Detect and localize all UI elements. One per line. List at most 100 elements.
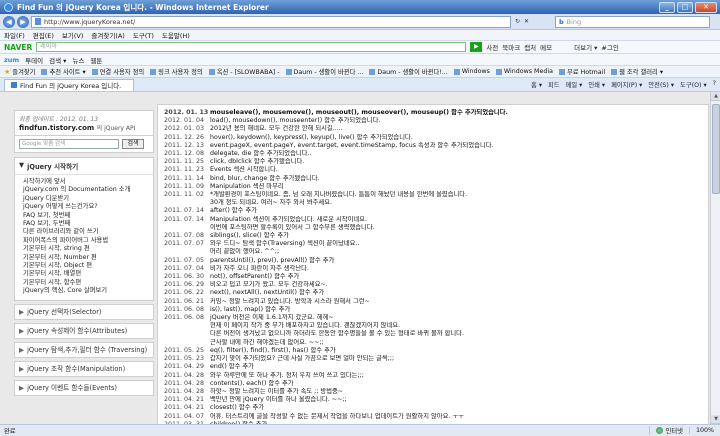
site-header: 최종 업데이트 : 2012. 01. 13 findfun.tistory.c… — [14, 110, 154, 136]
refresh-icon[interactable]: ↻ — [515, 18, 520, 25]
section-events[interactable]: ▶ jQuery 이벤트 함수들(Events) — [14, 379, 154, 396]
google-search-button[interactable]: 검색 — [122, 139, 144, 149]
zum-search[interactable]: 검색 ▾ — [49, 55, 66, 65]
safety-menu[interactable]: 안전(S) ▾ — [648, 80, 674, 89]
scroll-up-icon[interactable]: ▲ — [711, 92, 720, 101]
log-entry: 2011. 06. 08 jQuery 버전은 이제 1.6.1까지 갔군요. 헤… — [164, 314, 702, 322]
menu-favorites[interactable]: 즐겨찾기(A) — [91, 30, 124, 40]
log-date — [164, 339, 206, 347]
help-button[interactable]: ? — [713, 80, 716, 89]
sidebar-link[interactable]: jQuery 다운받기 — [23, 195, 149, 203]
log-entry: 2011. 07. 04 비가 자주 오니 파란이 자주 생각난다. — [164, 265, 702, 273]
url-text: http://www.jqueryKorea.net/ — [44, 17, 136, 26]
page-menu[interactable]: 페이지(P) ▾ — [611, 80, 642, 89]
favorite-link[interactable]: 옥션 - [SLOWBABA] - — [208, 67, 280, 76]
last-update: 최종 업데이트 : 2012. 01. 13 — [19, 116, 99, 123]
section-title[interactable]: ▼ jQuery 시작하기 — [15, 158, 153, 175]
naver-dictionary[interactable]: 사전 — [486, 42, 498, 52]
zum-today[interactable]: 투데이 — [25, 55, 43, 65]
home-button[interactable]: 홈 ▾ — [531, 80, 542, 89]
log-text: bind, blur, change 함수 추가됐습니다. — [210, 174, 320, 182]
favorite-link[interactable]: 연결 사용자 정의 — [91, 67, 144, 76]
naver-bookmark[interactable]: 북마크 — [502, 42, 520, 52]
url-input[interactable]: http://www.jqueryKorea.net/ — [31, 15, 511, 28]
site-title[interactable]: findfun.tistory.com 의 jQuery API — [19, 123, 149, 132]
naver-search-button[interactable]: ▶ — [470, 42, 483, 52]
page-icon — [35, 18, 41, 25]
google-search: Google 맞춤 검색 검색 — [14, 136, 154, 153]
sidebar: 최종 업데이트 : 2012. 01. 13 findfun.tistory.c… — [14, 110, 154, 396]
sidebar-link[interactable]: 기본부터 시작, string 편 — [23, 245, 149, 253]
log-text: end() 함수 추가 — [210, 363, 254, 371]
zone-indicator[interactable]: 인터넷 — [648, 426, 689, 435]
naver-search-input[interactable]: 레이아 — [36, 42, 467, 52]
sidebar-link[interactable]: jQuery 어떻게 쓰는건가요? — [23, 203, 149, 211]
naver-toolbar: NAVER 레이아 ▶ 사전 북마크 캡처 메모 더보기 ▾ #그인 — [0, 41, 720, 54]
page-icon — [41, 68, 48, 75]
zum-webtoon[interactable]: 웹툰 — [90, 55, 102, 65]
feeds-button[interactable]: 피드 — [548, 80, 560, 89]
tools-menu[interactable]: 도구(O) ▾ — [680, 80, 707, 89]
favorite-link[interactable]: Windows — [453, 68, 490, 75]
log-entry: 2012. 01. 03 2012년 용의 해네요. 모두 건강한 한해 되시길.… — [164, 125, 702, 133]
google-search-input[interactable]: Google 맞춤 검색 — [19, 139, 119, 149]
close-button[interactable]: ✕ — [695, 1, 717, 13]
scroll-down-icon[interactable]: ▼ — [711, 415, 720, 424]
naver-capture[interactable]: 캡처 — [524, 42, 536, 52]
print-button[interactable]: 인쇄 ▾ — [588, 80, 605, 89]
menu-file[interactable]: 파일(F) — [4, 30, 25, 40]
log-date — [164, 248, 206, 256]
favorite-link[interactable]: 링크 사용자 정의 — [150, 67, 203, 76]
back-button[interactable]: ◀ — [3, 15, 15, 28]
favorite-link[interactable]: Daum - 생활이 바뀐다!... — [369, 67, 448, 76]
log-text: 백만년 만에 jQuery 이터를 하나 올렸습니다. ~~;; — [210, 396, 347, 404]
page-icon — [91, 68, 98, 75]
tab-current[interactable]: Find Fun 의 jQuery Korea 입니다. — [4, 78, 134, 91]
log-date: 2011. 07. 05 — [164, 256, 205, 264]
section-getting-started: ▼ jQuery 시작하기 시작하기에 앞서 jQuery.com 의 Docu… — [14, 157, 154, 301]
zoom-level[interactable]: 100% — [688, 427, 720, 434]
sidebar-link[interactable]: FAQ 보기, 첫번째 — [23, 212, 149, 220]
sidebar-link[interactable]: jQuery의 핵심, Core 살펴보기 — [23, 287, 149, 295]
log-date: 2011. 06. 21 — [164, 297, 205, 305]
log-text: not(), offsetParent() 함수 추가 — [210, 273, 300, 281]
section-traversing[interactable]: ▶ jQuery 탐색,추가,필터 함수 (Traversing) — [14, 341, 154, 358]
naver-memo[interactable]: 메모 — [540, 42, 552, 52]
forward-button[interactable]: ▶ — [17, 15, 29, 28]
search-input[interactable]: b Bing — [555, 15, 710, 28]
sidebar-link[interactable]: 파이어폭스의 파이어버그 사용법 — [23, 237, 149, 245]
naver-logo: NAVER — [4, 42, 33, 52]
favorites-button[interactable]: ★ 즐겨찾기 — [4, 67, 35, 77]
log-date: 2011. 06. 30 — [164, 273, 205, 281]
favorite-link[interactable]: 무료 Hotmail — [558, 67, 605, 76]
stop-icon[interactable]: ✕ — [524, 18, 529, 25]
menu-help[interactable]: 도움말(H) — [162, 30, 190, 40]
sidebar-link[interactable]: 다른 라이브러리와 같이 쓰기 — [23, 228, 149, 236]
section-attributes[interactable]: ▶ jQuery 속성제어 함수(Attributes) — [14, 322, 154, 339]
log-date — [164, 330, 206, 338]
favorite-link[interactable]: 웹 조각 갤러리 ▾ — [611, 67, 663, 76]
section-selector[interactable]: ▶ jQuery 선택자(Selector) — [14, 303, 154, 320]
log-text: 현재 이 페이지 작가 중 부가 배포하자고 있습니다. 괜찮겠지어지 않네요. — [210, 322, 401, 330]
sidebar-link[interactable]: 기본부터 시작, Number 편 — [23, 254, 149, 262]
sidebar-link[interactable]: 기본부터 시작, 배열편 — [23, 270, 149, 278]
favorite-link[interactable]: Windows Media — [495, 68, 553, 75]
menu-tools[interactable]: 도구(T) — [133, 30, 154, 40]
maximize-button[interactable]: □ — [677, 1, 693, 13]
scroll-thumb[interactable] — [712, 104, 720, 194]
vertical-scrollbar[interactable]: ▲ ▼ — [710, 92, 720, 424]
favorite-label: 웹 조각 갤러리 ▾ — [619, 69, 664, 76]
zum-news[interactable]: 뉴스 — [72, 55, 84, 65]
naver-login[interactable]: #그인 — [601, 42, 618, 52]
favorite-link[interactable]: Daum - 생활이 바뀐다 ... — [285, 67, 363, 76]
favorite-link[interactable]: 추천 사이트 ▾ — [41, 67, 86, 76]
mail-button[interactable]: 메일 ▾ — [566, 80, 583, 89]
log-text: 와우 하루만에 또 하나 추가. 정처 우치 쓰여 쓰고 있다는;;; — [210, 371, 364, 379]
sidebar-link[interactable]: jQuery.com 의 Documentation 소개 — [23, 186, 149, 194]
menu-view[interactable]: 보기(V) — [62, 30, 83, 40]
section-manipulation[interactable]: ▶ jQuery 조작 함수(Manipulation) — [14, 360, 154, 377]
favorite-label: 링크 사용자 정의 — [158, 69, 203, 76]
menu-edit[interactable]: 편집(E) — [33, 30, 54, 40]
minimize-button[interactable]: _ — [659, 1, 675, 13]
naver-more[interactable]: 더보기 ▾ — [574, 42, 597, 52]
